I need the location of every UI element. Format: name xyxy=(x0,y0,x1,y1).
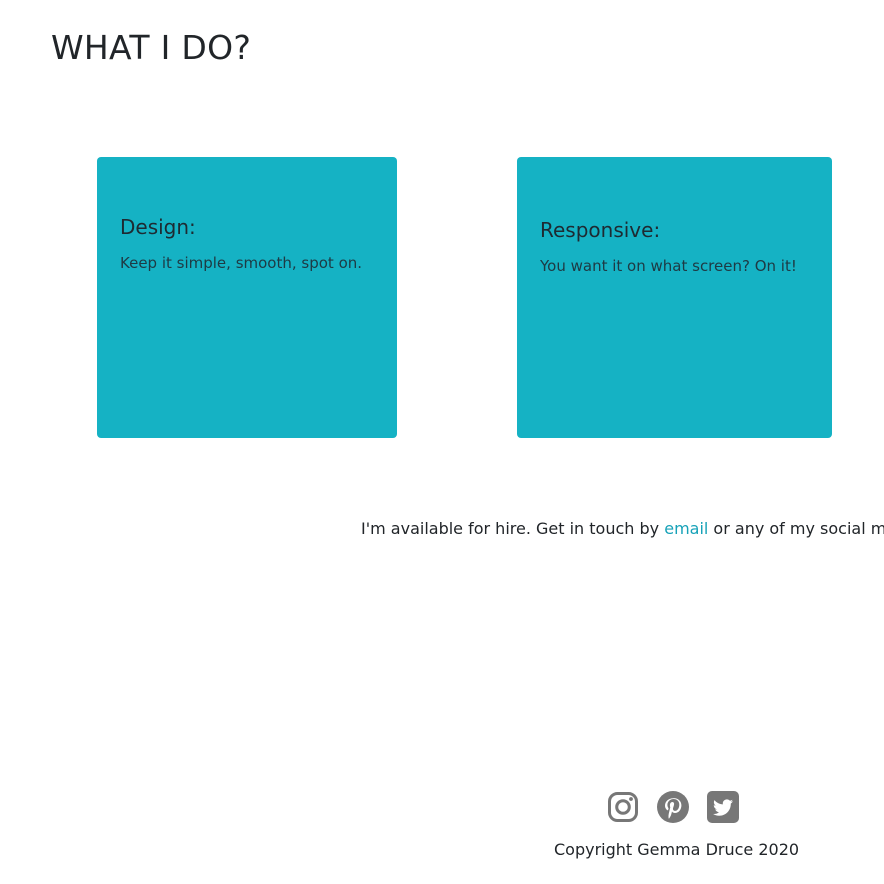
responsive-card-title: Responsive: xyxy=(540,218,661,242)
contact-text-after: or any of my social me xyxy=(708,519,884,538)
email-link[interactable]: email xyxy=(664,519,708,538)
section-title: WHAT I DO? xyxy=(51,28,252,67)
design-card-title: Design: xyxy=(120,215,196,239)
design-card: Design: Keep it simple, smooth, spot on. xyxy=(97,157,397,438)
copyright-text: Copyright Gemma Druce 2020 xyxy=(554,840,800,859)
page: WHAT I DO? Design: Keep it simple, smoot… xyxy=(0,0,884,884)
twitter-icon[interactable] xyxy=(707,791,739,823)
design-card-text: Keep it simple, smooth, spot on. xyxy=(120,254,363,272)
social-links xyxy=(607,791,739,823)
responsive-card: Responsive: You want it on what screen? … xyxy=(517,157,832,438)
contact-text-before: I'm available for hire. Get in touch by xyxy=(361,519,665,538)
pinterest-icon[interactable] xyxy=(657,791,689,823)
responsive-card-text: You want it on what screen? On it! xyxy=(540,257,797,275)
instagram-icon[interactable] xyxy=(607,791,639,823)
contact-line: I'm available for hire. Get in touch by … xyxy=(361,519,884,538)
